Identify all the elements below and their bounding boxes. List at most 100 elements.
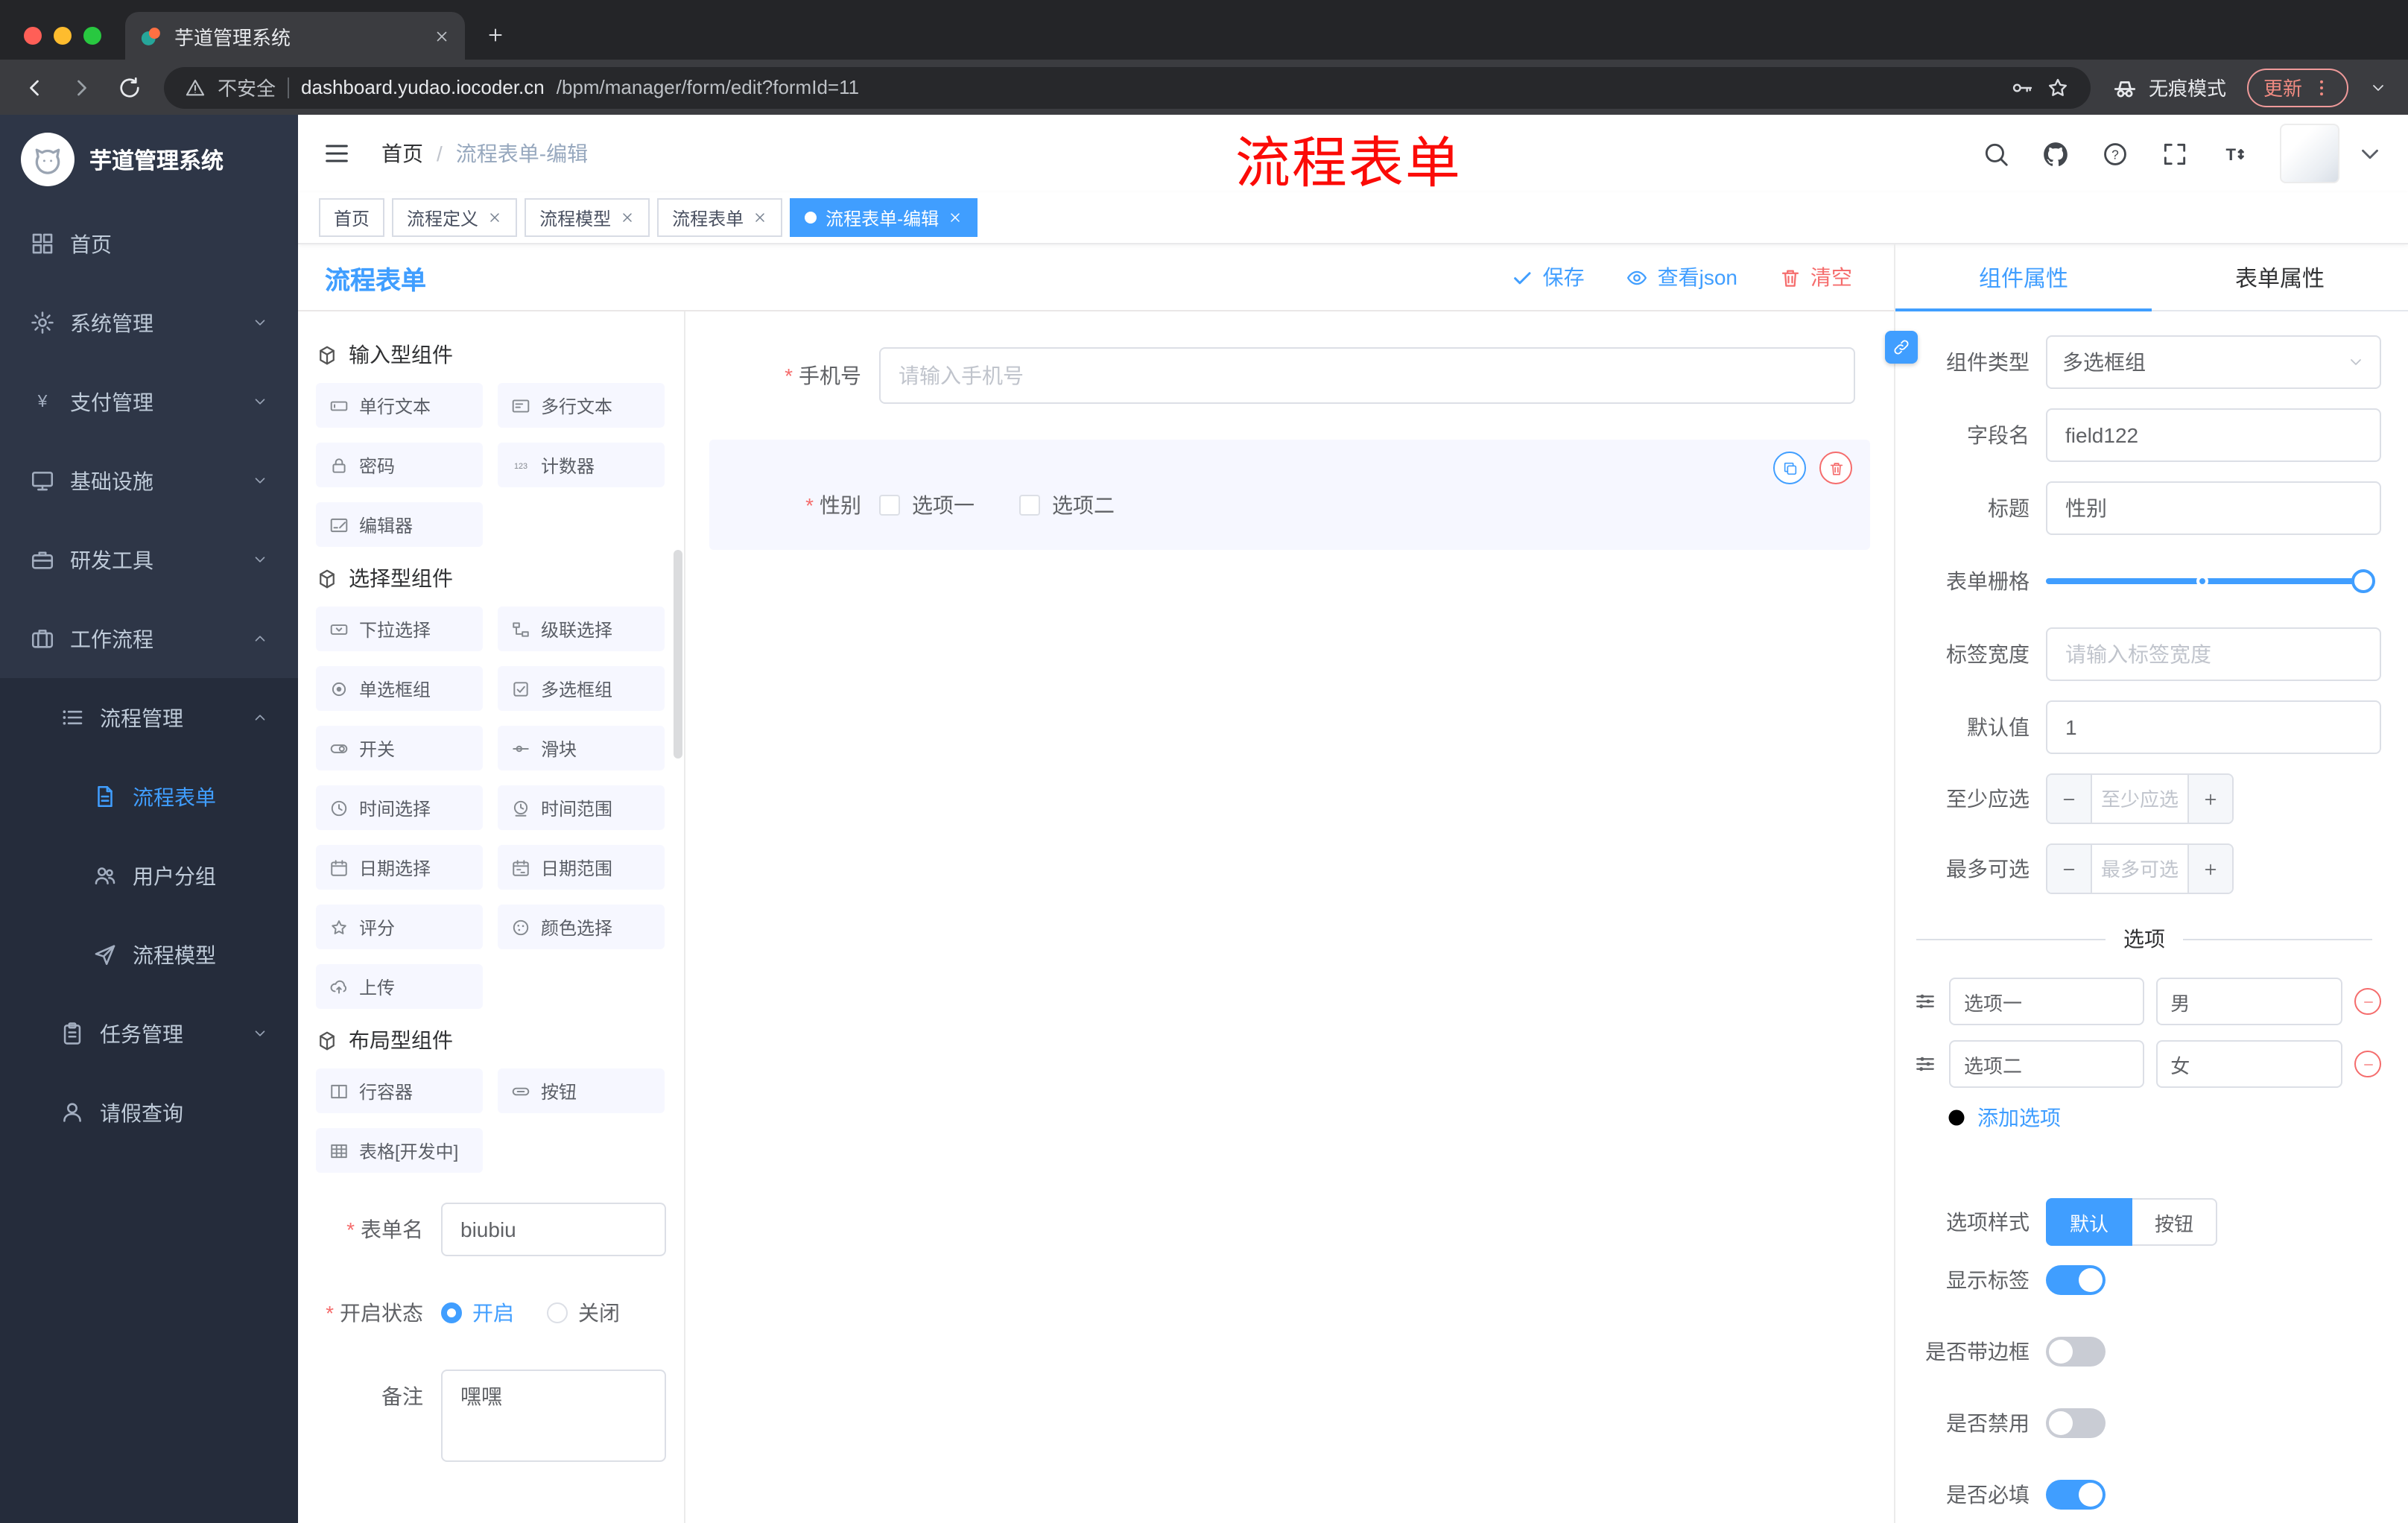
palette-item-row-container[interactable]: 行容器 <box>316 1068 483 1113</box>
tab-component-props[interactable]: 组件属性 <box>1895 244 2152 311</box>
remove-option-button[interactable] <box>2354 1051 2381 1077</box>
option-value-input[interactable] <box>2155 1040 2342 1088</box>
search-icon[interactable] <box>1982 139 2010 168</box>
breadcrumb-home[interactable]: 首页 <box>381 139 423 168</box>
window-zoom-button[interactable] <box>83 27 101 45</box>
stepper-plus-button[interactable] <box>2187 845 2232 893</box>
window-close-button[interactable] <box>24 27 42 45</box>
tag-process-form[interactable]: 流程表单 <box>657 198 783 237</box>
show-label-switch[interactable] <box>2046 1265 2106 1295</box>
tab-form-props[interactable]: 表单属性 <box>2152 244 2408 310</box>
style-default-button[interactable]: 默认 <box>2046 1198 2133 1246</box>
min-select-input[interactable] <box>2092 775 2187 823</box>
palette-item-slider[interactable]: 滑块 <box>498 726 665 770</box>
github-icon[interactable] <box>2041 139 2070 168</box>
palette-item-date-picker[interactable]: 日期选择 <box>316 845 483 890</box>
tag-process-form-edit[interactable]: 流程表单-编辑 <box>790 198 978 237</box>
stepper-plus-button[interactable] <box>2187 775 2232 823</box>
border-switch[interactable] <box>2046 1337 2106 1367</box>
tag-close-icon[interactable] <box>752 210 767 225</box>
back-icon[interactable] <box>21 74 48 101</box>
phone-input[interactable] <box>879 347 1855 404</box>
form-grid-slider[interactable] <box>2046 554 2381 608</box>
palette-item-radio-group[interactable]: 单选框组 <box>316 666 483 711</box>
status-radio-off[interactable]: 关闭 <box>547 1286 620 1340</box>
clear-button[interactable]: 清空 <box>1779 262 1852 292</box>
palette-item-button[interactable]: 按钮 <box>498 1068 665 1113</box>
palette-item-editor[interactable]: 编辑器 <box>316 502 483 547</box>
sidebar-item-home[interactable]: 首页 <box>0 204 298 283</box>
form-name-input[interactable] <box>441 1203 666 1256</box>
required-switch[interactable] <box>2046 1480 2106 1510</box>
stepper-minus-button[interactable] <box>2047 845 2092 893</box>
tag-process-model[interactable]: 流程模型 <box>525 198 650 237</box>
help-icon[interactable] <box>2101 139 2129 168</box>
tag-close-icon[interactable] <box>620 210 635 225</box>
gender-option-1[interactable]: 选项一 <box>879 490 975 520</box>
gender-option-2[interactable]: 选项二 <box>1019 490 1115 520</box>
tag-close-icon[interactable] <box>487 210 502 225</box>
new-tab-button[interactable] <box>486 25 505 45</box>
palette-item-cascade[interactable]: 级联选择 <box>498 607 665 651</box>
user-avatar[interactable] <box>2280 124 2339 183</box>
label-width-input[interactable] <box>2046 627 2381 681</box>
option-label-input[interactable] <box>1949 1040 2144 1088</box>
palette-item-time-picker[interactable]: 时间选择 <box>316 785 483 830</box>
palette-item-time-range[interactable]: 时间范围 <box>498 785 665 830</box>
tab-close-icon[interactable] <box>434 28 450 44</box>
sidebar-item-leave-query[interactable]: 请假查询 <box>0 1073 298 1152</box>
avatar-caret-icon[interactable] <box>2356 139 2384 168</box>
checkbox-icon[interactable] <box>1019 495 1040 516</box>
bookmark-star-icon[interactable] <box>2046 75 2070 99</box>
sidebar-item-process-management[interactable]: 流程管理 <box>0 678 298 757</box>
sidebar-item-devtools[interactable]: 研发工具 <box>0 520 298 599</box>
default-value-input[interactable] <box>2046 700 2381 754</box>
tag-close-icon[interactable] <box>948 210 963 225</box>
address-bar[interactable]: 不安全 dashboard.yudao.iocoder.cn/bpm/manag… <box>164 66 2091 108</box>
sidebar-item-task-management[interactable]: 任务管理 <box>0 994 298 1073</box>
palette-item-date-range[interactable]: 日期范围 <box>498 845 665 890</box>
palette-item-upload[interactable]: 上传 <box>316 964 483 1009</box>
fullscreen-icon[interactable] <box>2161 139 2189 168</box>
toolbar-chevron-icon[interactable] <box>2369 78 2387 96</box>
stepper-minus-button[interactable] <box>2047 775 2092 823</box>
palette-item-multi-text[interactable]: 多行文本 <box>498 383 665 428</box>
tag-process-definition[interactable]: 流程定义 <box>392 198 518 237</box>
slider-handle[interactable] <box>2351 569 2375 593</box>
password-key-icon[interactable] <box>2010 75 2034 99</box>
checkbox-icon[interactable] <box>879 495 900 516</box>
save-button[interactable]: 保存 <box>1512 262 1585 292</box>
sidebar-item-payment[interactable]: 支付管理 <box>0 362 298 441</box>
status-radio-on[interactable]: 开启 <box>441 1286 514 1340</box>
field-link-badge[interactable] <box>1885 331 1918 364</box>
collapse-menu-icon[interactable] <box>322 139 352 168</box>
window-minimize-button[interactable] <box>54 27 72 45</box>
max-select-input[interactable] <box>2092 845 2187 893</box>
browser-tab[interactable]: 芋道管理系统 <box>125 12 465 60</box>
copy-field-button[interactable] <box>1773 452 1806 484</box>
palette-item-table[interactable]: 表格[开发中] <box>316 1128 483 1173</box>
palette-item-counter[interactable]: 计数器 <box>498 443 665 487</box>
disabled-switch[interactable] <box>2046 1408 2106 1438</box>
sidebar-item-user-group[interactable]: 用户分组 <box>0 836 298 915</box>
style-button-button[interactable]: 按钮 <box>2132 1198 2218 1246</box>
canvas-field-phone[interactable]: 手机号 <box>709 332 1870 419</box>
palette-item-password[interactable]: 密码 <box>316 443 483 487</box>
sidebar-item-workflow[interactable]: 工作流程 <box>0 599 298 678</box>
delete-field-button[interactable] <box>1819 452 1852 484</box>
sidebar-logo-row[interactable]: 芋道管理系统 <box>0 115 298 204</box>
remove-option-button[interactable] <box>2354 988 2381 1015</box>
browser-update-button[interactable]: 更新 <box>2246 68 2348 107</box>
field-name-input[interactable] <box>2046 408 2381 462</box>
browser-menu-icon[interactable] <box>2311 77 2332 98</box>
palette-item-dropdown[interactable]: 下拉选择 <box>316 607 483 651</box>
sidebar-item-infrastructure[interactable]: 基础设施 <box>0 441 298 520</box>
slider-track[interactable] <box>2046 569 2375 593</box>
drag-handle-icon[interactable] <box>1913 1052 1937 1076</box>
reload-icon[interactable] <box>116 74 143 101</box>
drag-handle-icon[interactable] <box>1913 990 1937 1013</box>
palette-scrollbar[interactable] <box>674 550 682 759</box>
remark-textarea[interactable]: 嘿嘿 <box>441 1370 666 1462</box>
option-label-input[interactable] <box>1949 978 2144 1025</box>
sidebar-item-process-model[interactable]: 流程模型 <box>0 915 298 994</box>
